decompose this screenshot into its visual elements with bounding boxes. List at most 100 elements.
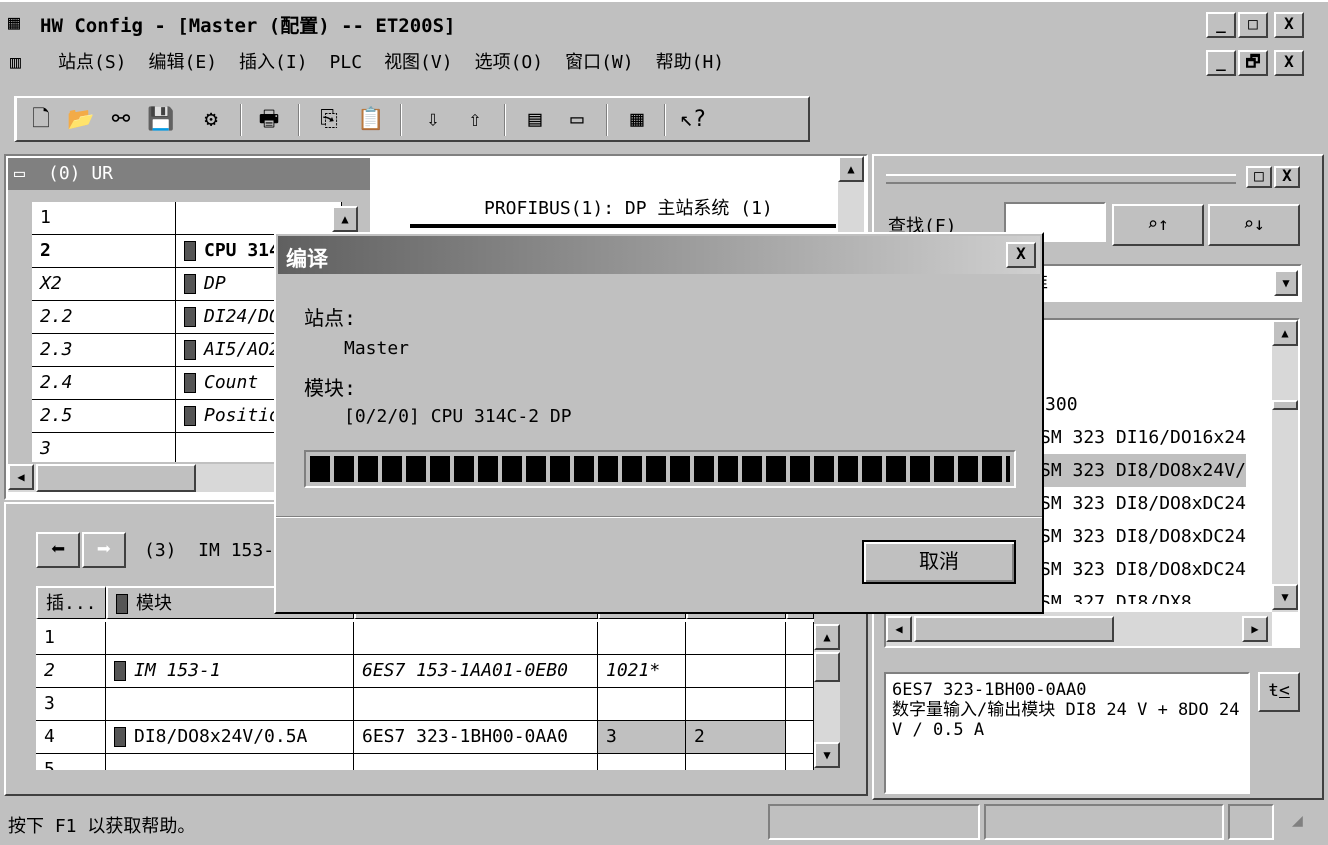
rack-slot[interactable]: 2.3 — [32, 334, 176, 367]
detail-cell-q[interactable] — [686, 754, 786, 770]
profile-select[interactable]: 标准 ▼ — [1004, 264, 1302, 302]
rack-scroll-left[interactable]: ◀ — [8, 464, 34, 490]
detail-cell-comment[interactable] — [786, 721, 814, 754]
column-header[interactable]: 插... — [36, 586, 106, 619]
catalog-info-button[interactable]: ŧ< — [1258, 672, 1300, 712]
detail-scroll-thumb[interactable] — [814, 652, 840, 682]
find-down-button[interactable]: ⌕↓ — [1208, 204, 1300, 246]
catalog-scroll-up[interactable]: ▲ — [1272, 320, 1298, 346]
detail-cell-comment[interactable] — [786, 622, 814, 655]
back-arrow-button[interactable]: ⬅ — [36, 532, 80, 568]
dialog-title: 编译 — [286, 247, 328, 271]
detail-vscroll[interactable]: ▲ ▼ — [814, 624, 840, 768]
detail-cell-module[interactable] — [106, 688, 354, 721]
rack-slot[interactable]: 2.4 — [32, 367, 176, 400]
detail-cell-i[interactable] — [598, 754, 686, 770]
detail-cell-i[interactable] — [598, 688, 686, 721]
menu-item-5[interactable]: 选项(O) — [475, 52, 544, 73]
dialog-close-button[interactable]: X — [1006, 242, 1036, 268]
rack-slot[interactable]: 2.2 — [32, 301, 176, 334]
detail-cell-q[interactable] — [686, 622, 786, 655]
maximize-button[interactable]: □ — [1238, 12, 1268, 38]
compile-icon[interactable]: ⚙ — [192, 102, 230, 138]
detail-cell-comment[interactable] — [786, 688, 814, 721]
rack-slot[interactable]: 1 — [32, 202, 176, 235]
menu-item-7[interactable]: 帮助(H) — [656, 52, 725, 73]
rack-slot[interactable]: X2 — [32, 268, 176, 301]
detail-cell-order[interactable] — [354, 688, 598, 721]
menu-item-6[interactable]: 窗口(W) — [565, 52, 634, 73]
network-icon[interactable]: ▦ — [618, 102, 656, 138]
detail-cell-module[interactable] — [106, 754, 354, 770]
catalog-close-button[interactable]: X — [1274, 166, 1300, 188]
chevron-down-icon[interactable]: ▼ — [1274, 270, 1298, 296]
catalog-hscroll-thumb[interactable] — [914, 616, 1114, 642]
network-scroll-up[interactable]: ▲ — [838, 156, 864, 182]
catalog-vscroll[interactable]: ▲ ▼ — [1272, 320, 1298, 612]
download-icon[interactable]: ⇩ — [414, 102, 452, 138]
rack-slot[interactable]: 3 — [32, 433, 176, 462]
mdi-restore-button[interactable]: 🗗 — [1238, 50, 1268, 76]
detail-cell-module[interactable]: DI8/DO8x24V/0.5A — [106, 721, 354, 754]
detail-scroll-down[interactable]: ▼ — [814, 742, 840, 768]
detail-cell-order[interactable]: 6ES7 153-1AA01-0EB0 — [354, 655, 598, 688]
detail-cell-order[interactable] — [354, 622, 598, 655]
copy-icon[interactable]: ⎘ — [310, 102, 348, 138]
rack-scroll-thumb[interactable] — [36, 464, 196, 492]
mdi-close-button[interactable]: X — [1274, 50, 1304, 76]
catalog-hscroll[interactable]: ◀ ▶ — [886, 612, 1272, 646]
menu-item-0[interactable]: 站点(S) — [58, 52, 127, 73]
mdi-minimize-button[interactable]: _ — [1206, 50, 1236, 76]
rack-slot[interactable]: 2 — [32, 235, 176, 268]
detail-cell-order[interactable]: 6ES7 323-1BH00-0AA0 — [354, 721, 598, 754]
catalog-scroll-down[interactable]: ▼ — [1272, 584, 1298, 610]
catalog-icon[interactable]: ▤ — [516, 102, 554, 138]
detail-cell-i[interactable]: 3 — [598, 721, 686, 754]
detail-cell-comment[interactable] — [786, 655, 814, 688]
detail-scroll-up[interactable]: ▲ — [814, 624, 840, 650]
detail-cell-text: 1021* — [606, 660, 661, 681]
catalog-scroll-left[interactable]: ◀ — [886, 616, 912, 642]
forward-arrow-button[interactable]: ➡ — [82, 532, 126, 568]
accessible-nodes-icon[interactable]: ⚯ — [102, 102, 140, 138]
rack-scroll-up[interactable]: ▲ — [332, 206, 358, 232]
detail-cell-slot[interactable]: 4 — [36, 721, 106, 754]
resize-grip-icon[interactable]: ◢ — [1292, 810, 1303, 831]
catalog-scroll-right[interactable]: ▶ — [1242, 616, 1268, 642]
new-icon[interactable]: 🗋 — [22, 102, 60, 138]
close-button[interactable]: X — [1274, 12, 1304, 38]
detail-cell-q[interactable] — [686, 655, 786, 688]
detail-cell-module[interactable]: IM 153-1 — [106, 655, 354, 688]
rack-slot[interactable]: 2.5 — [32, 400, 176, 433]
detail-cell-i[interactable] — [598, 622, 686, 655]
open-icon[interactable]: 📂 — [62, 102, 100, 138]
minimize-button[interactable]: _ — [1206, 12, 1236, 38]
detail-cell-q[interactable]: 2 — [686, 721, 786, 754]
cancel-button[interactable]: 取消 — [862, 540, 1016, 584]
rack-module[interactable] — [176, 202, 342, 235]
save-icon[interactable]: 💾 — [142, 102, 180, 138]
network-vscroll[interactable]: ▲ — [838, 156, 864, 236]
menu-item-2[interactable]: 插入(I) — [239, 52, 308, 73]
menu-item-1[interactable]: 编辑(E) — [149, 52, 218, 73]
menu-item-3[interactable]: PLC — [330, 52, 363, 73]
detail-cell-q[interactable] — [686, 688, 786, 721]
menu-item-4[interactable]: 视图(V) — [384, 52, 453, 73]
detail-cell-slot[interactable]: 5 — [36, 754, 106, 770]
help-pointer-icon[interactable]: ↖? — [674, 102, 712, 138]
paste-icon[interactable]: 📋 — [352, 102, 390, 138]
detail-cell-i[interactable]: 1021* — [598, 655, 686, 688]
detail-cell-slot[interactable]: 2 — [36, 655, 106, 688]
upload-icon[interactable]: ⇧ — [456, 102, 494, 138]
catalog-max-button[interactable]: □ — [1246, 166, 1272, 188]
find-up-button[interactable]: ⌕↑ — [1112, 204, 1204, 246]
window-icon[interactable]: ▭ — [558, 102, 596, 138]
detail-cell-comment[interactable] — [786, 754, 814, 770]
print-icon[interactable]: 🖶 — [250, 102, 288, 138]
detail-cell-text: 6ES7 323-1BH00-0AA0 — [362, 726, 568, 747]
detail-cell-module[interactable] — [106, 622, 354, 655]
detail-cell-slot[interactable]: 3 — [36, 688, 106, 721]
detail-cell-order[interactable] — [354, 754, 598, 770]
catalog-scroll-thumb[interactable] — [1272, 400, 1298, 410]
detail-cell-slot[interactable]: 1 — [36, 622, 106, 655]
